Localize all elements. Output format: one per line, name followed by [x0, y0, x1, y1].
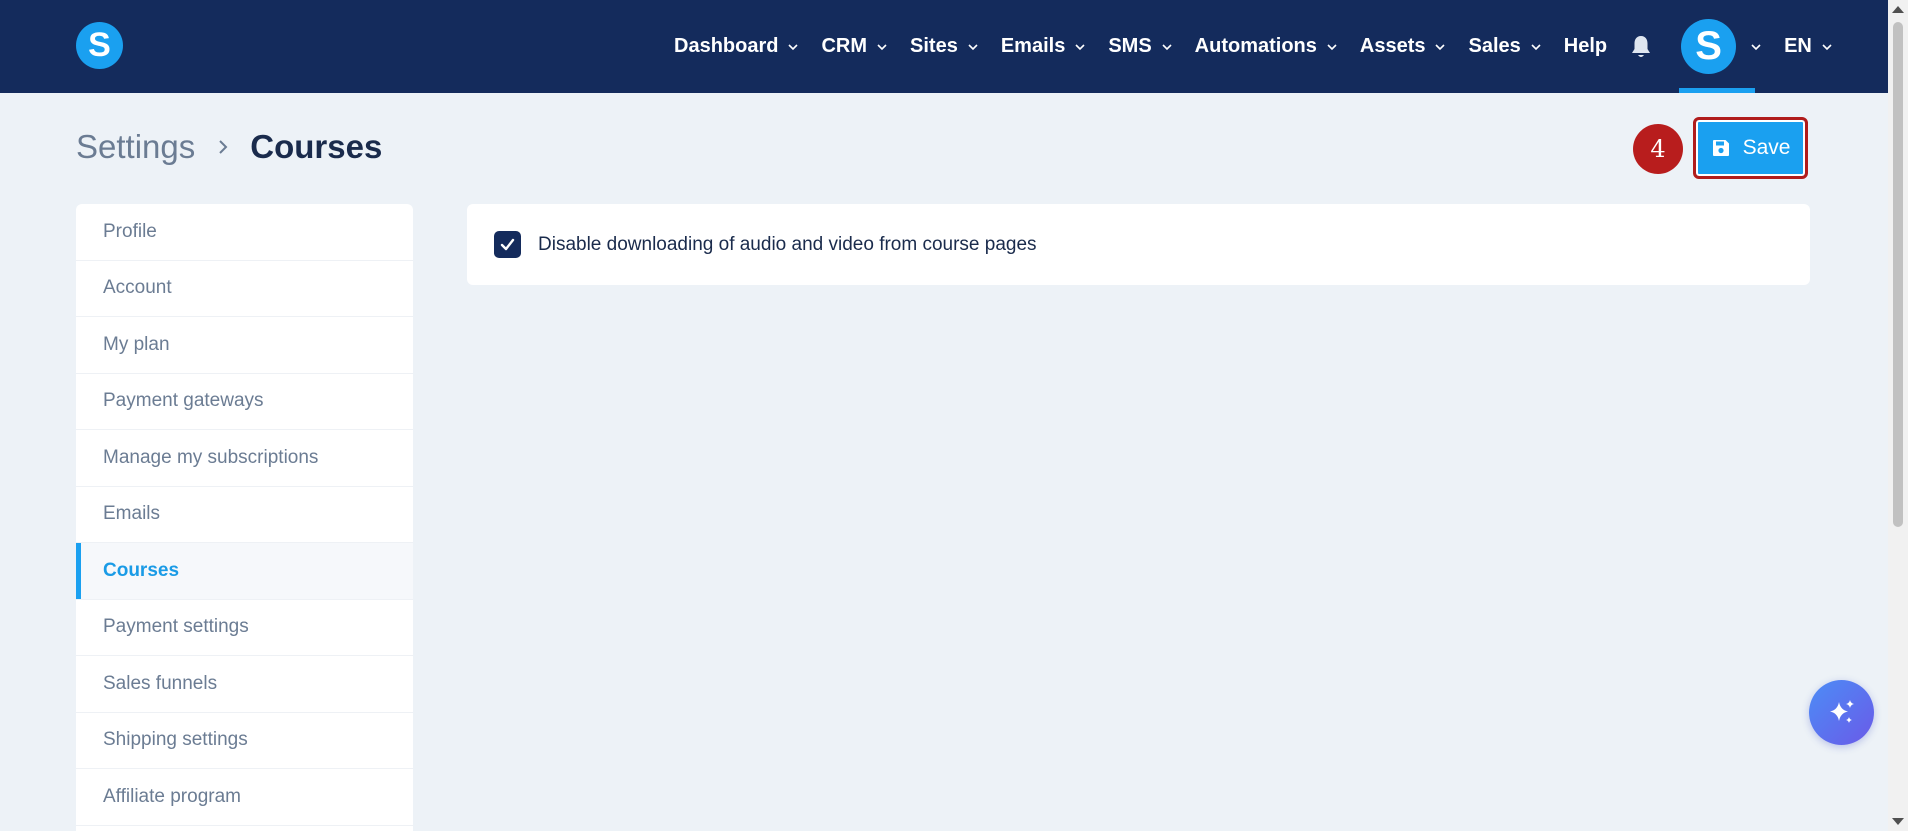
disable-download-label[interactable]: Disable downloading of audio and video f…	[538, 234, 1037, 256]
sidebar-item-account[interactable]: Account	[76, 261, 413, 317]
sidebar-item-courses[interactable]: Courses	[76, 543, 413, 600]
nav-item-label: CRM	[821, 35, 868, 57]
chevron-down-icon	[968, 43, 978, 50]
language-label: EN	[1784, 35, 1812, 57]
nav-item-help[interactable]: Help	[1564, 35, 1607, 58]
chevron-down-icon	[1822, 43, 1832, 50]
save-button-label: Save	[1742, 136, 1791, 159]
bell-icon[interactable]	[1629, 34, 1653, 60]
sidebar-item-my-plan[interactable]: My plan	[76, 317, 413, 374]
nav-item-label: Automations	[1194, 35, 1317, 57]
nav-item-sites[interactable]: Sites	[910, 35, 979, 58]
user-menu[interactable]: S	[1679, 0, 1762, 93]
scroll-up-arrow[interactable]	[1892, 6, 1904, 13]
language-selector[interactable]: EN	[1784, 35, 1833, 58]
page-scrollbar[interactable]	[1888, 0, 1908, 831]
ai-assistant-button[interactable]	[1809, 680, 1874, 745]
nav-item-label: Assets	[1359, 35, 1426, 57]
nav-item-label: Sales	[1468, 35, 1521, 57]
sidebar-item-profile[interactable]: Profile	[76, 204, 413, 261]
scroll-thumb[interactable]	[1893, 22, 1903, 527]
chevron-down-icon	[1531, 43, 1541, 50]
nav-item-dashboard[interactable]: Dashboard	[674, 35, 799, 58]
sidebar-item-payment-settings[interactable]: Payment settings	[76, 600, 413, 656]
chevron-down-icon	[1162, 43, 1172, 50]
scroll-down-arrow[interactable]	[1892, 818, 1904, 825]
chevron-down-icon	[1075, 43, 1085, 50]
sidebar-item-payment-gateways[interactable]: Payment gateways	[76, 374, 413, 430]
brand-logo[interactable]: S	[76, 22, 123, 69]
avatar: S	[1681, 19, 1737, 74]
floppy-disk-icon	[1712, 140, 1729, 156]
chevron-down-icon	[877, 43, 887, 50]
chevron-down-icon	[1435, 43, 1446, 50]
breadcrumb: Settings Courses	[76, 128, 382, 166]
page-title: Courses	[250, 128, 383, 165]
chevron-down-icon	[1327, 43, 1337, 50]
nav-item-crm[interactable]: CRM	[821, 35, 888, 58]
nav-item-label: Emails	[1000, 35, 1066, 57]
step-number-badge: 4	[1633, 124, 1683, 174]
chevron-down-icon	[1751, 43, 1761, 50]
sidebar-item-sales-funnels[interactable]: Sales funnels	[76, 656, 413, 713]
sidebar-item-emails[interactable]: Emails	[76, 487, 413, 543]
sidebar-item-affiliate-program[interactable]: Affiliate program	[76, 769, 413, 826]
nav-item-label: Dashboard	[674, 35, 779, 57]
top-navigation-bar: S Dashboard CRM Sites Emails SMS Automat…	[0, 0, 1888, 93]
nav-item-assets[interactable]: Assets	[1360, 35, 1447, 58]
disable-download-checkbox[interactable]	[494, 231, 521, 258]
active-indicator	[1679, 88, 1756, 93]
sidebar-item-manage-subscriptions[interactable]: Manage my subscriptions	[76, 430, 413, 487]
courses-settings-card: Disable downloading of audio and video f…	[467, 204, 1810, 285]
sparkles-icon	[1829, 699, 1854, 723]
save-button[interactable]: Save	[1693, 117, 1808, 179]
nav-item-sms[interactable]: SMS	[1108, 35, 1172, 58]
nav-item-automations[interactable]: Automations	[1195, 35, 1338, 58]
breadcrumb-settings-link[interactable]: Settings	[76, 128, 195, 166]
nav-item-label: Help	[1563, 35, 1608, 57]
chevron-right-icon	[219, 140, 228, 154]
nav-item-sales[interactable]: Sales	[1468, 35, 1541, 58]
checkmark-icon	[500, 238, 515, 251]
nav-item-label: Sites	[910, 35, 958, 57]
settings-sidebar: Profile Account My plan Payment gateways…	[76, 204, 413, 831]
nav-item-label: SMS	[1108, 35, 1152, 57]
chevron-down-icon	[788, 43, 799, 50]
main-nav: Dashboard CRM Sites Emails SMS Automatio…	[674, 0, 1855, 93]
nav-item-emails[interactable]: Emails	[1001, 35, 1086, 58]
sidebar-item-shipping-settings[interactable]: Shipping settings	[76, 713, 413, 769]
